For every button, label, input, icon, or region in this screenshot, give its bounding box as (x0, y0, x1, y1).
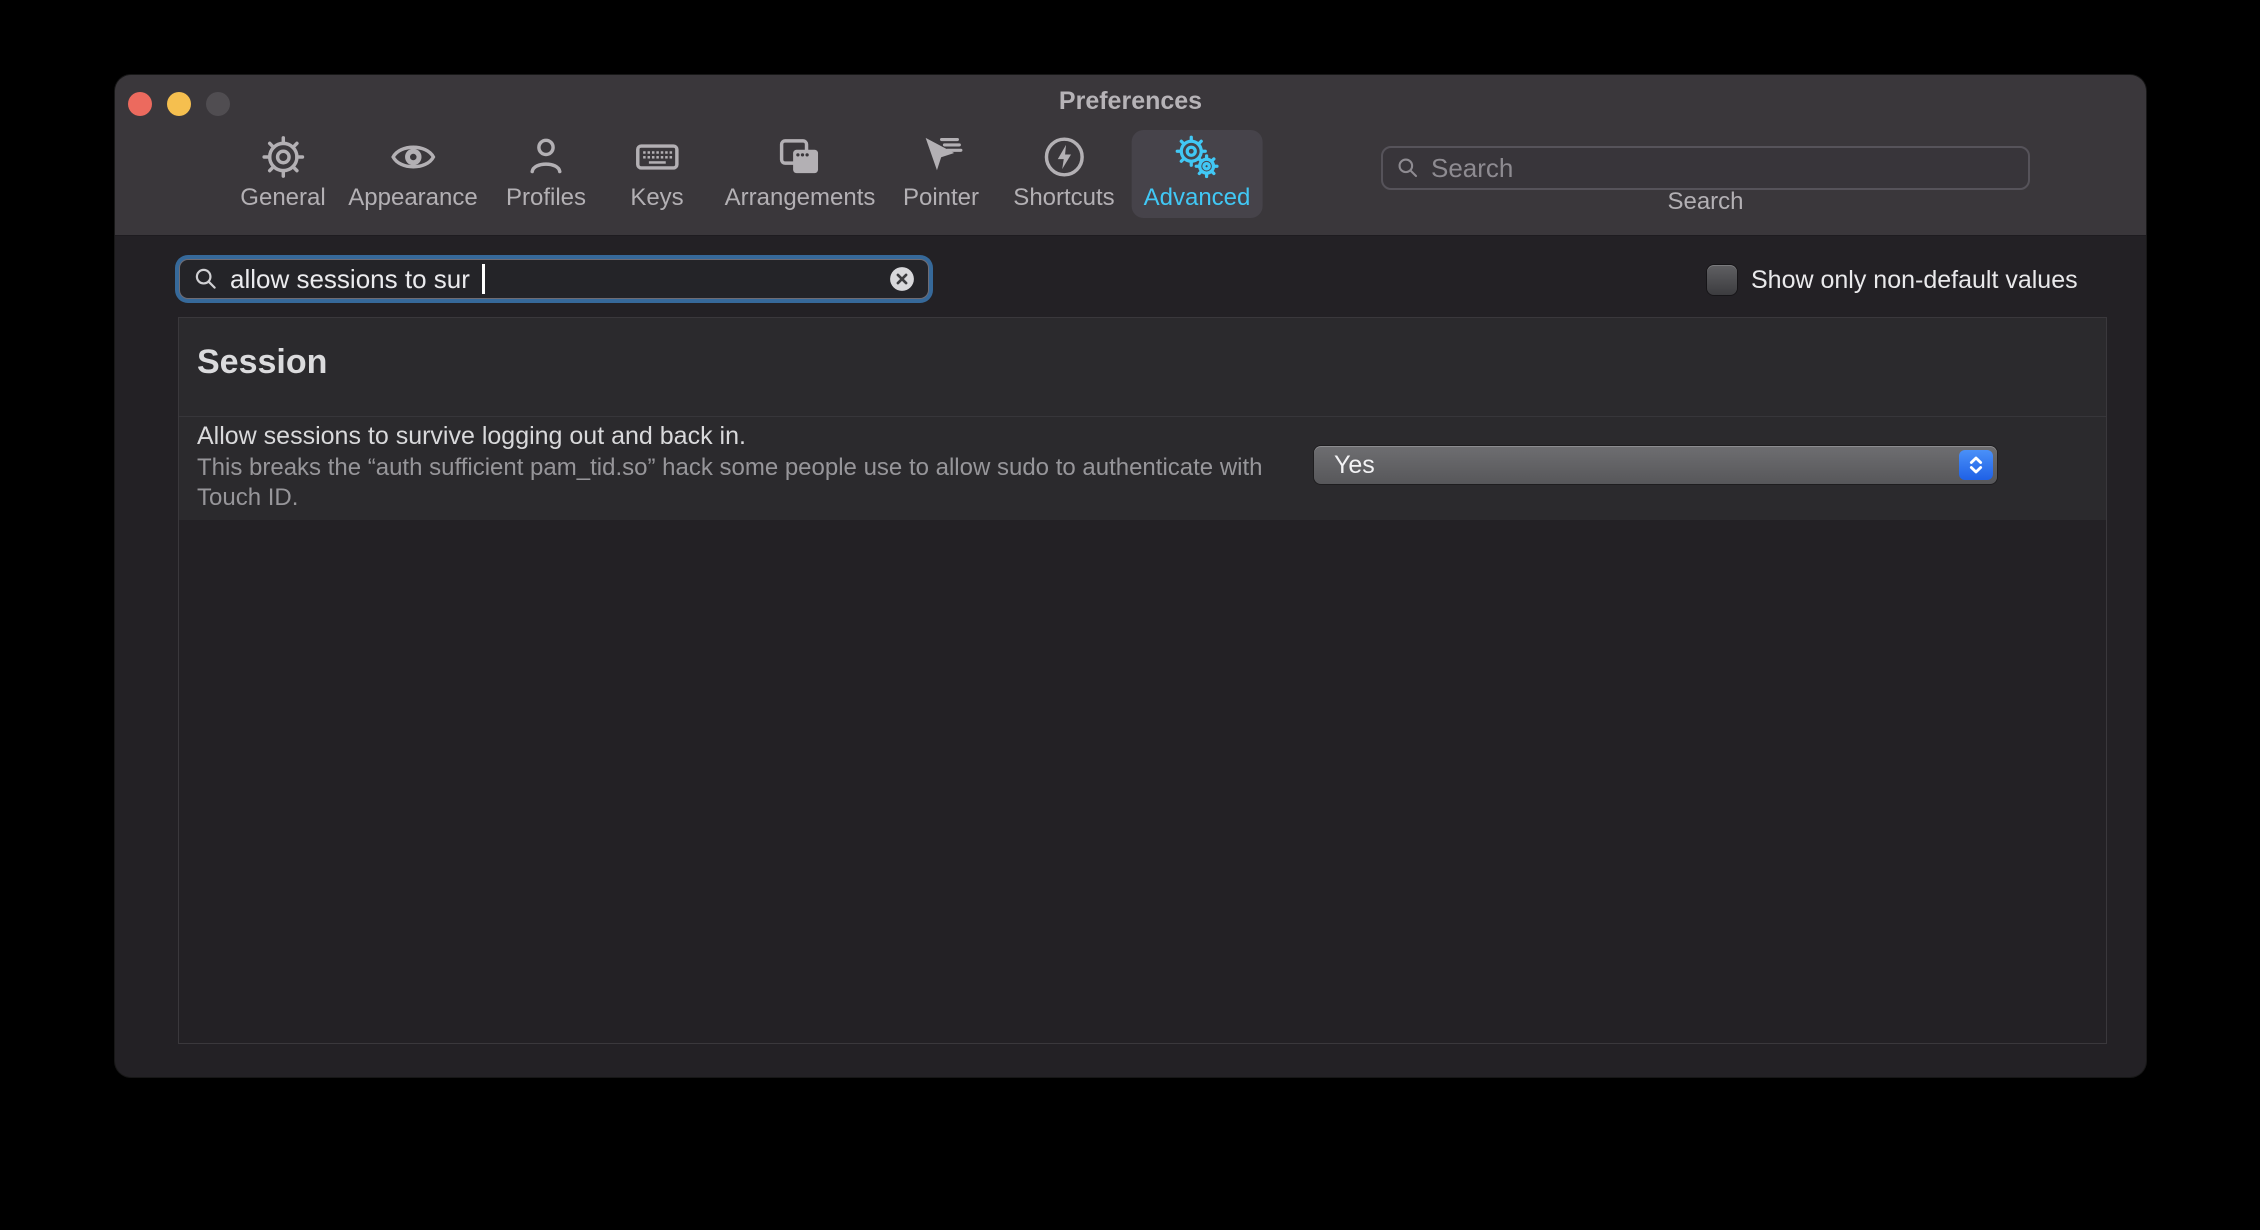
setting-description: This breaks the “auth sufficient pam_tid… (197, 453, 1263, 513)
close-icon (890, 267, 914, 291)
show-non-default-label: Show only non-default values (1751, 266, 2078, 294)
toolbar-search-field[interactable]: Search (1381, 146, 2030, 190)
row-divider (179, 416, 2106, 417)
tab-shortcuts[interactable]: Shortcuts (1001, 130, 1126, 218)
show-non-default-checkbox[interactable] (1707, 265, 1737, 295)
gear-icon (260, 134, 306, 180)
setting-title: Allow sessions to survive logging out an… (197, 422, 746, 450)
cursor-icon (918, 134, 964, 180)
gears-icon (1174, 134, 1220, 180)
keyboard-icon (634, 134, 680, 180)
tab-label: Advanced (1143, 184, 1251, 211)
tab-label: Pointer (902, 184, 980, 211)
advanced-filter-field[interactable]: allow sessions to sur (175, 255, 933, 303)
toolbar-search-caption: Search (1667, 188, 1744, 215)
settings-panel: Session Allow sessions to survive loggin… (178, 317, 2107, 1044)
chevron-up-down-icon (1969, 456, 1983, 474)
tab-appearance[interactable]: Appearance (336, 130, 489, 218)
filter-query-text: allow sessions to sur (230, 263, 470, 294)
toolbar: Preferences General Appearance Profiles … (115, 75, 2146, 236)
dropdown-selected-value: Yes (1334, 450, 1375, 479)
setting-description-line: This breaks the “auth sufficient pam_tid… (197, 454, 1263, 481)
setting-value-dropdown[interactable]: Yes (1314, 446, 1997, 484)
search-icon (195, 268, 216, 289)
dropdown-stepper (1959, 450, 1993, 480)
tab-profiles[interactable]: Profiles (494, 130, 598, 218)
eye-icon (390, 134, 436, 180)
tab-label: Appearance (348, 184, 478, 211)
preferences-window: Preferences General Appearance Profiles … (115, 75, 2146, 1077)
lightning-icon (1041, 134, 1087, 180)
tab-label: Keys (630, 184, 684, 211)
tab-arrangements[interactable]: Arrangements (713, 130, 888, 218)
windows-icon (777, 134, 823, 180)
window-title: Preferences (1058, 87, 1203, 115)
search-placeholder: Search (1431, 152, 1514, 183)
tab-advanced[interactable]: Advanced (1131, 130, 1263, 218)
tab-label: Arrangements (724, 184, 876, 211)
tab-label: Shortcuts (1013, 184, 1115, 211)
tab-label: Profiles (505, 184, 587, 211)
clear-search-button[interactable] (888, 265, 916, 293)
tab-pointer[interactable]: Pointer (891, 130, 991, 218)
tab-keys[interactable]: Keys (618, 130, 695, 218)
text-cursor (481, 264, 485, 294)
setting-description-line: Touch ID. (197, 484, 299, 511)
person-icon (523, 134, 569, 180)
section-heading: Session (197, 343, 328, 381)
search-icon (1398, 158, 1418, 178)
tab-general[interactable]: General (228, 130, 337, 218)
tab-label: General (240, 184, 326, 211)
